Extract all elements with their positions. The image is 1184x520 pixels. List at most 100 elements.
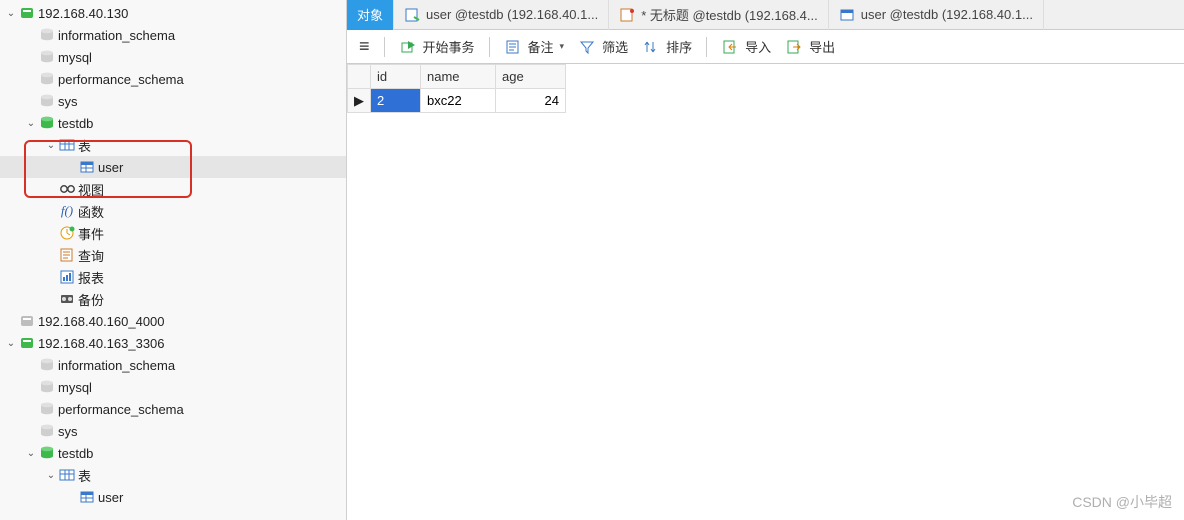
- tree-node[interactable]: performance_schema: [0, 398, 346, 420]
- column-header[interactable]: age: [496, 65, 566, 89]
- export-icon: [785, 39, 803, 55]
- tree-node[interactable]: ⌄ testdb: [0, 112, 346, 134]
- cell-age[interactable]: 24: [496, 89, 566, 113]
- tree-node-label: performance_schema: [58, 72, 184, 87]
- main-panel: 对象 user @testdb (192.168.40.1... * 无标题 @te…: [347, 0, 1184, 520]
- tree-node[interactable]: user: [0, 486, 346, 508]
- tree-node-label: 查询: [78, 246, 104, 265]
- tree-node-label: testdb: [58, 116, 93, 131]
- data-grid[interactable]: idnameage▶2bxc2224: [347, 64, 1184, 520]
- db-grey-icon: [38, 27, 56, 43]
- sort-icon: [642, 39, 660, 55]
- tab-label: * 无标题 @testdb (192.168.4...: [641, 5, 818, 24]
- tree-node-label: testdb: [58, 446, 93, 461]
- tree-node-label: 192.168.40.163_3306: [38, 336, 165, 351]
- conn-green-icon: [18, 335, 36, 351]
- tree-node[interactable]: sys: [0, 420, 346, 442]
- tree-node-label: information_schema: [58, 358, 175, 373]
- menu-button[interactable]: ≡: [353, 34, 376, 60]
- db-grey-icon: [38, 379, 56, 395]
- tree-node-label: sys: [58, 94, 78, 109]
- tree-node-label: 备份: [78, 290, 104, 309]
- expand-toggle[interactable]: ⌄: [4, 338, 18, 349]
- export-label: 导出: [809, 37, 835, 56]
- filter-icon: [578, 39, 596, 55]
- tab-label: user @testdb (192.168.40.1...: [426, 7, 598, 22]
- tree-node[interactable]: user: [0, 156, 346, 178]
- tree-node-label: mysql: [58, 380, 92, 395]
- tree-node[interactable]: 事件: [0, 222, 346, 244]
- notes-button[interactable]: 备注▾: [498, 34, 571, 60]
- tab[interactable]: user @testdb (192.168.40.1...: [394, 0, 609, 30]
- table-row[interactable]: ▶2bxc2224: [348, 89, 566, 113]
- tab-label: user @testdb (192.168.40.1...: [861, 7, 1033, 22]
- tab-bar: 对象 user @testdb (192.168.40.1... * 无标题 @te…: [347, 0, 1184, 30]
- tree-node-label: 表: [78, 136, 91, 155]
- row-header-corner: [348, 65, 371, 89]
- tree-node-label: 192.168.40.130: [38, 6, 128, 21]
- tree-node[interactable]: 192.168.40.160_4000: [0, 310, 346, 332]
- export-button[interactable]: 导出: [779, 34, 841, 60]
- tree-node[interactable]: information_schema: [0, 24, 346, 46]
- tree-node[interactable]: f()函数: [0, 200, 346, 222]
- tab-label: 对象: [357, 5, 383, 24]
- tree-node[interactable]: sys: [0, 90, 346, 112]
- begin-transaction-button[interactable]: 开始事务: [393, 34, 481, 60]
- cell-name[interactable]: bxc22: [421, 89, 496, 113]
- db-grey-icon: [38, 423, 56, 439]
- tree-node-label: information_schema: [58, 28, 175, 43]
- tab[interactable]: 对象: [347, 0, 394, 30]
- expand-toggle[interactable]: ⌄: [24, 448, 38, 459]
- expand-toggle[interactable]: ⌄: [4, 8, 18, 19]
- import-icon: [721, 39, 739, 55]
- tree-node[interactable]: ⌄ 192.168.40.163_3306: [0, 332, 346, 354]
- tree-node[interactable]: mysql: [0, 46, 346, 68]
- tree-node-label: 192.168.40.160_4000: [38, 314, 165, 329]
- tree-node[interactable]: 查询: [0, 244, 346, 266]
- report-icon: [58, 269, 76, 285]
- db-grey-icon: [38, 71, 56, 87]
- backup-icon: [58, 291, 76, 307]
- txn-label: 开始事务: [423, 37, 475, 56]
- db-grey-icon: [38, 357, 56, 373]
- tree-node[interactable]: 视图: [0, 178, 346, 200]
- tree-node[interactable]: ⌄ testdb: [0, 442, 346, 464]
- tabletab-icon: [839, 7, 855, 23]
- conn-green-icon: [18, 5, 36, 21]
- tab[interactable]: user @testdb (192.168.40.1...: [829, 0, 1044, 30]
- tab[interactable]: * 无标题 @testdb (192.168.4...: [609, 0, 829, 30]
- tree-node-label: 事件: [78, 224, 104, 243]
- tree-node-label: 函数: [78, 202, 104, 221]
- expand-toggle[interactable]: ⌄: [44, 140, 58, 151]
- db-grey-icon: [38, 93, 56, 109]
- conn-grey-icon: [18, 313, 36, 329]
- tree-node[interactable]: 备份: [0, 288, 346, 310]
- expand-toggle[interactable]: ⌄: [24, 118, 38, 129]
- tree-node-label: 表: [78, 466, 91, 485]
- tree-node[interactable]: ⌄ 192.168.40.130: [0, 2, 346, 24]
- sort-label: 排序: [666, 37, 692, 56]
- toolbar: ≡ 开始事务 备注▾ 筛选 排序 导入: [347, 30, 1184, 64]
- expand-toggle[interactable]: ⌄: [44, 470, 58, 481]
- column-header[interactable]: name: [421, 65, 496, 89]
- sort-button[interactable]: 排序: [636, 34, 698, 60]
- db-grey-icon: [38, 401, 56, 417]
- tree-node[interactable]: 报表: [0, 266, 346, 288]
- tree-node[interactable]: ⌄表: [0, 134, 346, 156]
- tree-node-label: user: [98, 490, 123, 505]
- tree-node[interactable]: performance_schema: [0, 68, 346, 90]
- tree-node-label: user: [98, 160, 123, 175]
- tree-node[interactable]: ⌄表: [0, 464, 346, 486]
- menu-icon: ≡: [359, 36, 370, 57]
- tree-node[interactable]: information_schema: [0, 354, 346, 376]
- querytab2-icon: [619, 7, 635, 23]
- column-header[interactable]: id: [371, 65, 421, 89]
- cell-id[interactable]: 2: [371, 89, 421, 113]
- filter-button[interactable]: 筛选: [572, 34, 634, 60]
- db-grey-icon: [38, 49, 56, 65]
- tree-node[interactable]: mysql: [0, 376, 346, 398]
- tree-node-label: 视图: [78, 180, 104, 199]
- tree-node-label: performance_schema: [58, 402, 184, 417]
- import-button[interactable]: 导入: [715, 34, 777, 60]
- querytab-icon: [404, 7, 420, 23]
